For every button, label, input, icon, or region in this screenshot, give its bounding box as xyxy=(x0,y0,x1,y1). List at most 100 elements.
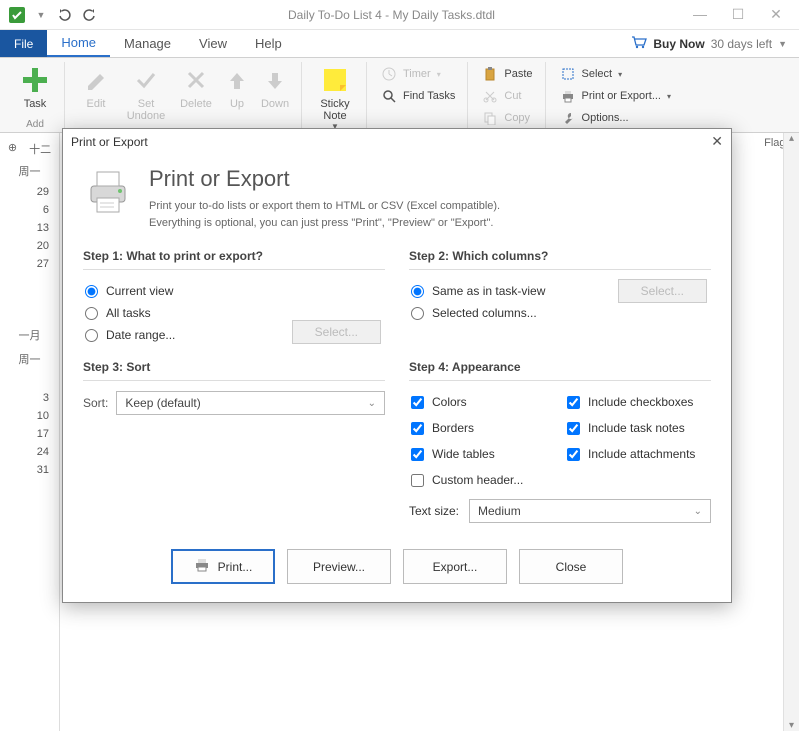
clipboard-icon xyxy=(482,66,498,82)
export-button[interactable]: Export... xyxy=(403,549,507,584)
app-icon xyxy=(8,6,26,24)
dialog-intro: Print or Export Print your to-do lists o… xyxy=(149,166,500,231)
close-dialog-button[interactable]: Close xyxy=(519,549,623,584)
up-arrow-icon xyxy=(221,64,253,96)
set-undone-button[interactable]: Set Undone xyxy=(119,62,173,122)
copy-button[interactable]: Copy xyxy=(480,108,534,128)
tab-view[interactable]: View xyxy=(185,30,241,57)
cal-day[interactable]: 17 xyxy=(0,425,59,443)
radio-same-columns-input[interactable] xyxy=(411,285,424,298)
delete-button[interactable]: Delete xyxy=(173,62,219,122)
print-export-button[interactable]: Print or Export... ▾ xyxy=(558,86,674,106)
step2-select-button[interactable]: Select... xyxy=(618,279,707,303)
check-custom-header[interactable]: Custom header... xyxy=(409,469,555,491)
ribbon-group-tools: Timer ▾ Find Tasks xyxy=(369,62,468,132)
dialog-title: Print or Export xyxy=(71,135,148,149)
task-button[interactable]: Task xyxy=(12,62,58,110)
sort-dropdown[interactable]: Keep (default) ⌄ xyxy=(116,391,385,415)
step-4-box: Step 4: Appearance Colors Include checkb… xyxy=(409,360,711,523)
select-button[interactable]: Select ▾ xyxy=(558,64,674,84)
weekday-label-2: 周一 xyxy=(0,347,59,371)
timer-button[interactable]: Timer ▾ xyxy=(379,64,457,84)
sticky-note-button[interactable]: Sticky Note ▼ xyxy=(310,62,360,131)
tab-home[interactable]: Home xyxy=(47,30,110,57)
cal-day[interactable]: 24 xyxy=(0,443,59,461)
buy-now-link[interactable]: Buy Now xyxy=(653,37,704,51)
ribbon-group-clipboard: Paste Cut Copy xyxy=(470,62,545,132)
radio-all-tasks-input[interactable] xyxy=(85,307,98,320)
file-menu-button[interactable]: File xyxy=(0,30,47,57)
cut-button[interactable]: Cut xyxy=(480,86,534,106)
calendar-sidebar: ⊕十二 周一 29 6 13 20 27 一月 周一 3 10 17 24 31… xyxy=(0,133,60,731)
prev-month-icon[interactable]: ⊕ xyxy=(8,141,17,157)
step-3-title: Step 3: Sort xyxy=(83,360,385,381)
printer-icon xyxy=(194,558,210,575)
check-include-attachments-input[interactable] xyxy=(567,448,580,461)
check-icon xyxy=(130,64,162,96)
down-button[interactable]: Down xyxy=(255,62,295,122)
dropdown-icon[interactable]: ▼ xyxy=(32,6,50,24)
check-wide-tables[interactable]: Wide tables xyxy=(409,443,555,465)
print-export-dialog: Print or Export ✕ Print or Export Print … xyxy=(62,128,732,603)
minimize-button[interactable]: — xyxy=(685,6,715,23)
radio-selected-columns-input[interactable] xyxy=(411,307,424,320)
cal-day[interactable]: 3 xyxy=(0,389,59,407)
paste-button[interactable]: Paste xyxy=(480,64,534,84)
preview-button[interactable]: Preview... xyxy=(287,549,391,584)
tab-help[interactable]: Help xyxy=(241,30,296,57)
redo-icon[interactable] xyxy=(80,6,98,24)
check-borders-input[interactable] xyxy=(411,422,424,435)
undo-icon[interactable] xyxy=(56,6,74,24)
cal-day[interactable]: 6 xyxy=(0,201,59,219)
dialog-titlebar: Print or Export ✕ xyxy=(63,129,731,154)
trial-days: 30 days left xyxy=(711,37,772,51)
cal-day[interactable]: 27 xyxy=(0,255,59,273)
wrench-icon xyxy=(560,110,576,126)
check-include-checkboxes-input[interactable] xyxy=(567,396,580,409)
check-borders[interactable]: Borders xyxy=(409,417,555,439)
dialog-desc-2: Everything is optional, you can just pre… xyxy=(149,215,500,232)
printer-icon xyxy=(560,88,576,104)
text-size-dropdown[interactable]: Medium ⌄ xyxy=(469,499,711,523)
edit-button[interactable]: Edit xyxy=(73,62,119,122)
check-wide-tables-input[interactable] xyxy=(411,448,424,461)
options-button[interactable]: Options... xyxy=(558,108,674,128)
check-colors[interactable]: Colors xyxy=(409,391,555,413)
check-include-notes[interactable]: Include task notes xyxy=(565,417,711,439)
radio-selected-columns[interactable]: Selected columns... xyxy=(409,302,711,324)
close-button[interactable]: ✕ xyxy=(761,6,791,23)
plus-icon xyxy=(19,64,51,96)
step1-select-button[interactable]: Select... xyxy=(292,320,381,344)
dialog-heading: Print or Export xyxy=(149,166,500,192)
check-custom-header-input[interactable] xyxy=(411,474,424,487)
copy-icon xyxy=(482,110,498,126)
cal-day[interactable]: 31 xyxy=(0,461,59,479)
search-icon xyxy=(381,88,397,104)
maximize-button[interactable]: ☐ xyxy=(723,6,753,23)
check-include-attachments[interactable]: Include attachments xyxy=(565,443,711,465)
ribbon-tabs: File Home Manage View Help Buy Now 30 da… xyxy=(0,30,799,58)
check-colors-input[interactable] xyxy=(411,396,424,409)
dialog-close-button[interactable]: ✕ xyxy=(711,133,723,150)
printer-illustration-icon xyxy=(83,166,133,216)
cal-day[interactable]: 13 xyxy=(0,219,59,237)
tab-manage[interactable]: Manage xyxy=(110,30,185,57)
cal-day[interactable]: 29 xyxy=(0,183,59,201)
trial-dropdown-icon[interactable]: ▼ xyxy=(778,39,787,49)
check-include-notes-input[interactable] xyxy=(567,422,580,435)
month-label-2: 一月 xyxy=(0,323,59,347)
print-button[interactable]: Print... xyxy=(171,549,275,584)
radio-current-view-input[interactable] xyxy=(85,285,98,298)
radio-date-range-input[interactable] xyxy=(85,329,98,342)
cal-day[interactable]: 10 xyxy=(0,407,59,425)
find-tasks-button[interactable]: Find Tasks xyxy=(379,86,457,106)
chevron-down-icon: ⌄ xyxy=(368,398,376,409)
cal-day[interactable]: 20 xyxy=(0,237,59,255)
check-include-checkboxes[interactable]: Include checkboxes xyxy=(565,391,711,413)
up-button[interactable]: Up xyxy=(219,62,255,122)
radio-current-view[interactable]: Current view xyxy=(83,280,385,302)
vertical-scrollbar[interactable] xyxy=(783,133,799,731)
ribbon-group-sticky: Sticky Note ▼ xyxy=(304,62,367,132)
step-3-box: Step 3: Sort Sort: Keep (default) ⌄ xyxy=(83,360,385,523)
month-label: 十二 xyxy=(29,141,51,157)
